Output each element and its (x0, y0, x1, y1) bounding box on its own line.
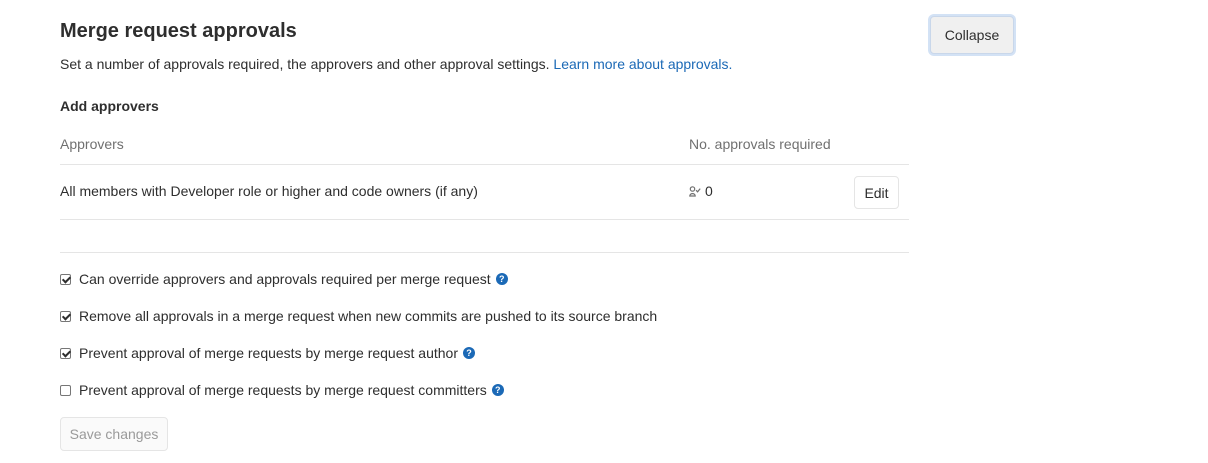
checkbox-can-override[interactable] (60, 273, 71, 285)
add-approvers-heading: Add approvers (60, 98, 159, 114)
divider (60, 252, 909, 253)
checkbox-remove-approvals[interactable] (60, 310, 71, 322)
description-text: Set a number of approvals required, the … (60, 56, 550, 72)
option-prevent-committer-approval[interactable]: Prevent approval of merge requests by me… (60, 382, 504, 398)
approvals-required-count: 0 (689, 183, 713, 199)
option-remove-approvals[interactable]: Remove all approvals in a merge request … (60, 308, 657, 324)
option-label: Prevent approval of merge requests by me… (79, 345, 458, 361)
option-can-override[interactable]: Can override approvers and approvals req… (60, 271, 508, 287)
approvers-table: Approvers No. approvals required All mem… (60, 126, 909, 220)
approver-rule-name: All members with Developer role or highe… (60, 183, 478, 199)
approval-user-icon (689, 185, 701, 197)
checkbox-prevent-committer-approval[interactable] (60, 384, 71, 396)
section-title: Merge request approvals (60, 20, 297, 42)
option-label: Can override approvers and approvals req… (79, 271, 491, 287)
question-circle-icon[interactable]: ? (495, 273, 508, 285)
save-changes-button[interactable]: Save changes (60, 417, 168, 451)
question-circle-icon[interactable]: ? (462, 347, 475, 359)
option-label: Prevent approval of merge requests by me… (79, 382, 487, 398)
option-label: Remove all approvals in a merge request … (79, 308, 658, 324)
question-circle-icon[interactable]: ? (491, 384, 504, 396)
approvals-count-value: 0 (705, 183, 713, 199)
column-header-approvals-required: No. approvals required (689, 136, 831, 152)
learn-more-link[interactable]: Learn more about approvals. (553, 56, 732, 72)
table-header: Approvers No. approvals required (60, 126, 909, 165)
collapse-button[interactable]: Collapse (930, 16, 1014, 54)
table-row: All members with Developer role or highe… (60, 165, 909, 220)
section-description: Set a number of approvals required, the … (60, 55, 732, 73)
edit-approver-rule-button[interactable]: Edit (854, 176, 899, 209)
option-prevent-author-approval[interactable]: Prevent approval of merge requests by me… (60, 345, 475, 361)
column-header-approvers: Approvers (60, 136, 124, 152)
checkbox-prevent-author-approval[interactable] (60, 347, 71, 359)
merge-request-approvals-settings: Merge request approvals Collapse Set a n… (0, 0, 1208, 463)
